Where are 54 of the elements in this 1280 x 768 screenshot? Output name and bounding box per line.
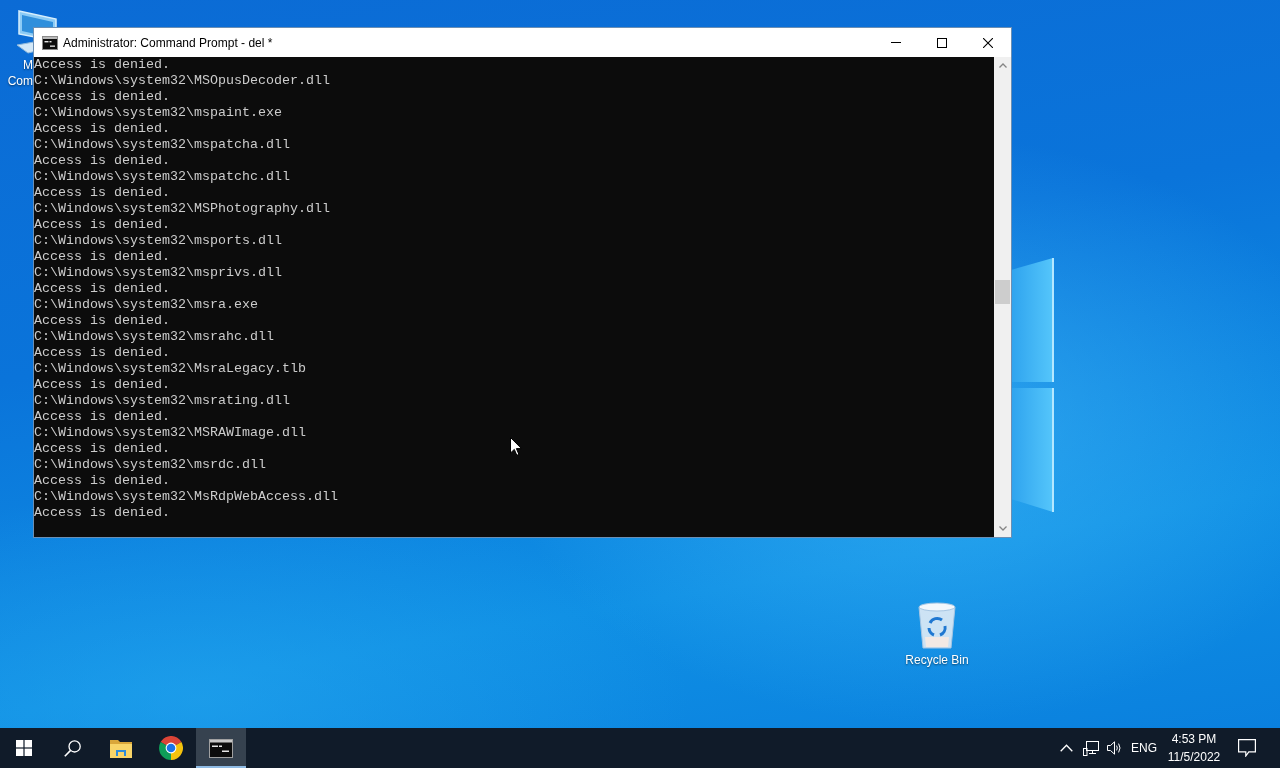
language-indicator[interactable]: ENG xyxy=(1124,728,1164,768)
console-line: Access is denied. xyxy=(34,409,170,425)
chevron-up-icon xyxy=(998,63,1007,68)
mouse-pointer-icon xyxy=(510,437,522,456)
scrollbar-thumb[interactable] xyxy=(995,280,1010,304)
console-line: C:\Windows\system32\mspatchc.dll xyxy=(34,169,290,185)
chevron-up-icon xyxy=(1059,744,1073,752)
console-line: C:\Windows\system32\MsRdpWebAccess.dll xyxy=(34,489,338,505)
windows-logo-icon xyxy=(16,740,32,756)
speech-bubble-icon xyxy=(1238,739,1256,757)
console-line: C:\Windows\system32\MSPhotography.dll xyxy=(34,201,330,217)
console-line: Access is denied. xyxy=(34,185,170,201)
window-title: Administrator: Command Prompt - del * xyxy=(63,35,273,50)
console-line: Access is denied. xyxy=(34,217,170,233)
network-icon xyxy=(1083,740,1099,756)
console-line: Access is denied. xyxy=(34,345,170,361)
console-line: C:\Windows\system32\msrdc.dll xyxy=(34,457,266,473)
speaker-icon xyxy=(1106,741,1122,755)
console-line: Access is denied. xyxy=(34,377,170,393)
clock-button[interactable]: 4:53 PM 11/5/2022 xyxy=(1164,728,1224,768)
console-line: C:\Windows\system32\msrahc.dll xyxy=(34,329,274,345)
console-line: C:\Windows\system32\MSOpusDecoder.dll xyxy=(34,73,330,89)
recycle-bin-icon[interactable] xyxy=(915,601,959,649)
close-icon xyxy=(983,37,993,48)
console-line: Access is denied. xyxy=(34,473,170,489)
chevron-down-icon xyxy=(998,526,1007,531)
folder-icon xyxy=(110,738,132,758)
console-line: C:\Windows\system32\msrating.dll xyxy=(34,393,290,409)
console-line: Access is denied. xyxy=(34,313,170,329)
console-line: Access is denied. xyxy=(34,121,170,137)
icon-label: Recycle Bin xyxy=(905,652,969,668)
console-line: Access is denied. xyxy=(34,281,170,297)
minimize-icon xyxy=(891,42,901,43)
console-line: C:\Windows\system32\msra.exe xyxy=(34,297,258,313)
console-line: Access is denied. xyxy=(34,89,170,105)
console-line: C:\Windows\system32\msports.dll xyxy=(34,233,282,249)
icon-label: M Com xyxy=(6,57,33,89)
scrollbar[interactable] xyxy=(994,57,1011,537)
taskbar-app-button[interactable] xyxy=(196,728,246,768)
console-line: C:\Windows\system32\msprivs.dll xyxy=(34,265,282,281)
console-line: C:\Windows\system32\MsraLegacy.tlb xyxy=(34,361,306,377)
console-line: C:\Windows\system32\MSRAWImage.dll xyxy=(34,425,306,441)
browser-icon xyxy=(159,736,183,760)
console-line: Access is denied. xyxy=(34,57,170,73)
console-line: Access is denied. xyxy=(34,505,170,521)
console-line: C:\Windows\system32\mspaint.exe xyxy=(34,105,282,121)
search-icon xyxy=(63,739,81,757)
console-line: Access is denied. xyxy=(34,441,170,457)
terminal-icon xyxy=(42,35,58,50)
console-line: Access is denied. xyxy=(34,153,170,169)
maximize-icon xyxy=(937,37,947,48)
console-line: C:\Windows\system32\mspatcha.dll xyxy=(34,137,290,153)
console-line: Access is denied. xyxy=(34,249,170,265)
terminal-icon xyxy=(209,738,233,758)
